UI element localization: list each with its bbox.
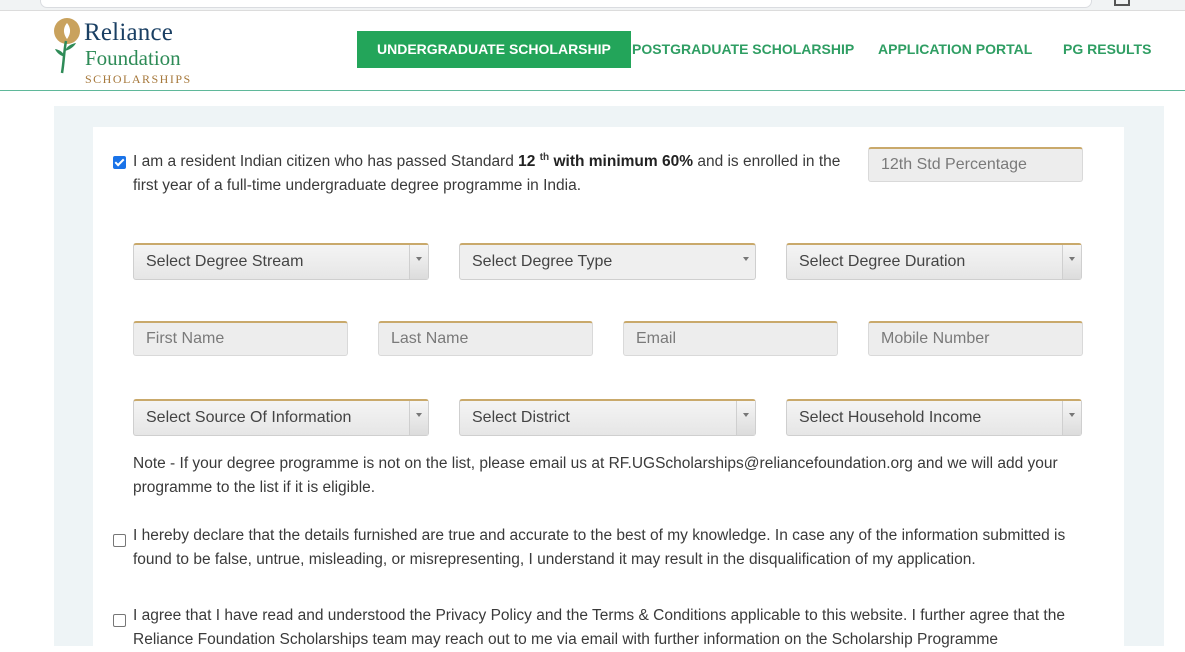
chevron-down-icon: [736, 401, 755, 435]
mobile-number-input[interactable]: Mobile Number: [868, 321, 1083, 356]
eligibility-statement: I am a resident Indian citizen who has p…: [133, 146, 848, 198]
nav-postgraduate-scholarship[interactable]: POSTGRADUATE SCHOLARSHIP: [632, 31, 854, 68]
eligibility-sup: th: [539, 152, 550, 163]
declaration-checkbox[interactable]: [113, 534, 126, 547]
main-nav: UNDERGRADUATE SCHOLARSHIP POSTGRADUATE S…: [0, 31, 1185, 69]
chevron-down-icon: [1062, 401, 1081, 435]
chevron-down-icon: [1062, 245, 1081, 279]
address-bar[interactable]: [40, 0, 1092, 8]
chevron-down-icon: [409, 245, 428, 279]
chevron-down-icon: [737, 245, 755, 279]
degree-stream-value: Select Degree Stream: [146, 253, 304, 270]
nav-undergraduate-scholarship[interactable]: UNDERGRADUATE SCHOLARSHIP: [357, 31, 631, 68]
household-income-select[interactable]: Select Household Income: [786, 399, 1082, 436]
source-of-information-select[interactable]: Select Source Of Information: [133, 399, 429, 436]
logo-text-scholarships: SCHOLARSHIPS: [85, 72, 192, 86]
district-select[interactable]: Select District: [459, 399, 756, 436]
privacy-checkbox[interactable]: [113, 614, 126, 627]
eligibility-bold-12: 12: [518, 153, 536, 171]
degree-note: Note - If your degree programme is not o…: [133, 455, 1058, 496]
eligibility-text-a: I am a resident Indian citizen who has p…: [133, 153, 519, 171]
degree-duration-value: Select Degree Duration: [799, 253, 966, 270]
declaration-text: I hereby declare that the details furnis…: [133, 527, 1066, 568]
site-header: Reliance Foundation SCHOLARSHIPS UNDERGR…: [0, 11, 1185, 91]
first-name-input[interactable]: First Name: [133, 321, 348, 356]
privacy-text: I agree that I have read and understood …: [133, 607, 1065, 648]
district-value: Select District: [472, 409, 570, 426]
last-name-input[interactable]: Last Name: [378, 321, 593, 356]
email-input[interactable]: Email: [623, 321, 838, 356]
nav-application-portal[interactable]: APPLICATION PORTAL: [878, 31, 1032, 68]
eligibility-checkbox[interactable]: [113, 156, 126, 169]
browser-chrome-strip: [0, 0, 1185, 11]
household-income-value: Select Household Income: [799, 409, 982, 426]
degree-duration-select[interactable]: Select Degree Duration: [786, 243, 1082, 280]
eligibility-bold-min: with minimum 60%: [549, 153, 694, 171]
nav-pg-results[interactable]: PG RESULTS: [1063, 31, 1151, 68]
window-icon[interactable]: [1114, 0, 1130, 6]
chevron-down-icon: [409, 401, 428, 435]
source-of-information-value: Select Source Of Information: [146, 409, 352, 426]
degree-stream-select[interactable]: Select Degree Stream: [133, 243, 429, 280]
degree-type-select[interactable]: Select Degree Type: [459, 243, 756, 280]
percentage-input[interactable]: 12th Std Percentage: [868, 147, 1083, 182]
degree-type-value: Select Degree Type: [472, 253, 613, 270]
